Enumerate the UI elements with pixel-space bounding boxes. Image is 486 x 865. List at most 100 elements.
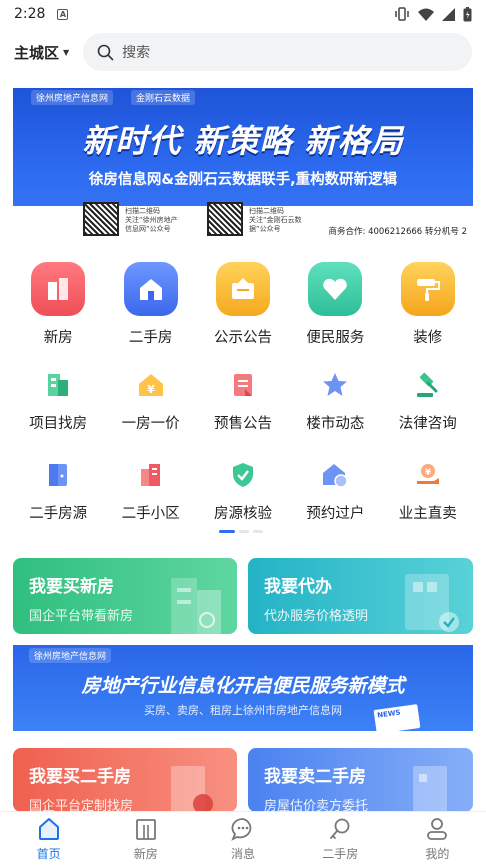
indicator-active <box>219 530 235 533</box>
notification-a-icon: A <box>57 8 69 20</box>
card-buy-second[interactable]: 我要买二手房 国企平台定制找房 <box>13 748 237 812</box>
svg-text:¥: ¥ <box>425 468 432 478</box>
svg-text:¥: ¥ <box>147 383 155 396</box>
grid-item-transfer[interactable]: 预约过户 <box>289 458 381 523</box>
city-selector[interactable]: 主城区 ▼ <box>14 42 69 63</box>
grid-label: 二手房 <box>128 330 173 346</box>
house-sale-icon <box>413 766 447 812</box>
card-subtitle: 代办服务价格透明 <box>264 609 369 624</box>
card-title: 我要买新房 <box>29 577 114 597</box>
grid-label: 新房 <box>43 330 73 346</box>
indicator-inactive <box>253 530 263 533</box>
grid-label: 业主直卖 <box>398 506 457 522</box>
new-house-icon <box>31 262 86 316</box>
banner-contact: 商务合作: 4006212666 转分机号 2 <box>328 227 467 237</box>
banner-brands: 徐州房地产信息网 金刚石云数据 <box>31 90 196 105</box>
card-subtitle: 国企平台定制找房 <box>29 799 134 812</box>
document-sale-icon <box>171 766 213 812</box>
grid-item-second-hand[interactable]: 二手房 <box>104 262 196 347</box>
battery-icon <box>463 6 472 21</box>
card-sell-second[interactable]: 我要卖二手房 房屋估价卖方委托 <box>248 748 473 812</box>
grid-label: 法律咨询 <box>398 416 457 432</box>
grid-label: 一房一价 <box>121 416 180 432</box>
owner-sale-icon: ¥ <box>411 458 445 492</box>
grid-label: 二手小区 <box>121 506 180 522</box>
heart-icon <box>308 262 363 316</box>
tab-messages[interactable]: 消息 <box>194 812 291 865</box>
banner-brand-left: 徐州房地产信息网 <box>31 90 114 105</box>
grid-item-market-news[interactable]: 楼市动态 <box>289 368 381 433</box>
grid-label: 二手房源 <box>29 506 88 522</box>
tab-new-house[interactable]: 新房 <box>97 812 194 865</box>
document-illustration-icon <box>405 574 459 632</box>
grid-row-primary: 新房 二手房 公示公告 便民服务 装修 <box>12 262 474 347</box>
gavel-icon <box>411 368 445 402</box>
key-icon <box>330 818 350 839</box>
building-illustration-icon <box>171 578 221 634</box>
paint-roller-icon <box>400 262 455 316</box>
card-agent[interactable]: 我要代办 代办服务价格透明 <box>248 558 473 634</box>
grid-item-project-search[interactable]: 项目找房 <box>12 368 104 433</box>
qr1-caption: 扫描二维码 关注“徐州房地产 信息网”公众号 <box>125 207 178 233</box>
tab-label: 二手房 <box>322 847 359 861</box>
grid-item-verification[interactable]: 房源核验 <box>197 458 289 523</box>
grid-item-presale[interactable]: 预售公告 <box>197 368 289 433</box>
top-header: 主城区 ▼ 搜索 <box>0 32 486 72</box>
grid-row-secondary: 项目找房 ¥ 一房一价 预售公告 楼市动态 法律咨询 <box>12 368 474 433</box>
shield-check-icon <box>226 458 260 492</box>
ad2-brand: 徐州房地产信息网 <box>29 648 112 663</box>
wifi-icon <box>418 8 434 21</box>
card-title: 我要卖二手房 <box>264 767 366 787</box>
tab-label: 消息 <box>231 847 256 861</box>
grid-row-tertiary: 二手房源 二手小区 房源核验 预约过户 ¥ 业主直卖 <box>12 458 474 523</box>
grid-label: 预售公告 <box>213 416 272 432</box>
card-subtitle: 房屋估价卖方委托 <box>264 799 369 812</box>
tab-second-hand[interactable]: 二手房 <box>292 812 389 865</box>
grid-item-communities[interactable]: 二手小区 <box>104 458 196 523</box>
grid-item-notice[interactable]: 公示公告 <box>197 262 289 347</box>
grid-label: 便民服务 <box>306 330 365 346</box>
page-indicator <box>219 530 263 533</box>
qr2-caption: 扫描二维码 关注“金刚石云数 据”公众号 <box>249 207 302 233</box>
grid-item-decoration[interactable]: 装修 <box>382 262 474 347</box>
price-tag-house-icon: ¥ <box>134 368 168 402</box>
search-icon <box>97 44 114 60</box>
status-bar: 2:28 A <box>0 0 486 28</box>
card-title: 我要买二手房 <box>29 767 131 787</box>
star-trend-icon <box>318 368 352 402</box>
grid-item-one-price[interactable]: ¥ 一房一价 <box>104 368 196 433</box>
grid-item-legal[interactable]: 法律咨询 <box>382 368 474 433</box>
tab-home[interactable]: 首页 <box>0 812 97 865</box>
qr-code-icon <box>207 202 243 236</box>
banner-headline: 新时代 新策略 新格局 <box>82 122 404 160</box>
grid-label: 预约过户 <box>306 506 365 522</box>
second-hand-house-icon <box>123 262 178 316</box>
card-subtitle: 国企平台带看新房 <box>29 609 134 624</box>
grid-label: 项目找房 <box>29 416 88 432</box>
building-icon <box>135 819 156 840</box>
tab-mine[interactable]: 我的 <box>389 812 486 865</box>
grid-item-listings[interactable]: 二手房源 <box>12 458 104 523</box>
caret-down-icon: ▼ <box>63 47 70 57</box>
vibrate-icon <box>395 7 409 21</box>
search-bar[interactable]: 搜索 <box>83 33 472 71</box>
community-building-icon <box>134 458 168 492</box>
promo-banner[interactable]: 徐州房地产信息网 金刚石云数据 新时代 新策略 新格局 徐房信息网&金刚石云数据… <box>13 88 473 240</box>
grid-item-new-house[interactable]: 新房 <box>12 262 104 347</box>
card-title: 我要代办 <box>264 577 332 597</box>
tab-label: 首页 <box>36 847 61 861</box>
chat-bubble-icon <box>231 818 252 841</box>
tab-label: 我的 <box>425 847 450 861</box>
card-buy-new[interactable]: 我要买新房 国企平台带看新房 <box>13 558 237 634</box>
status-time: 2:28 <box>14 6 46 22</box>
tab-label: 新房 <box>133 847 158 861</box>
ad2-headline: 房地产行业信息化开启便民服务新模式 <box>81 675 405 697</box>
banner-brand-right: 金刚石云数据 <box>131 90 196 105</box>
promo-banner-2[interactable]: 徐州房地产信息网 房地产行业信息化开启便民服务新模式 买房、卖房、租房上徐州市房… <box>13 645 473 731</box>
grid-label: 楼市动态 <box>306 416 365 432</box>
grid-item-owner-sale[interactable]: ¥ 业主直卖 <box>382 458 474 523</box>
grid-label: 公示公告 <box>213 330 272 346</box>
presale-document-icon <box>226 368 260 402</box>
indicator-inactive <box>239 530 249 533</box>
grid-item-services[interactable]: 便民服务 <box>289 262 381 347</box>
